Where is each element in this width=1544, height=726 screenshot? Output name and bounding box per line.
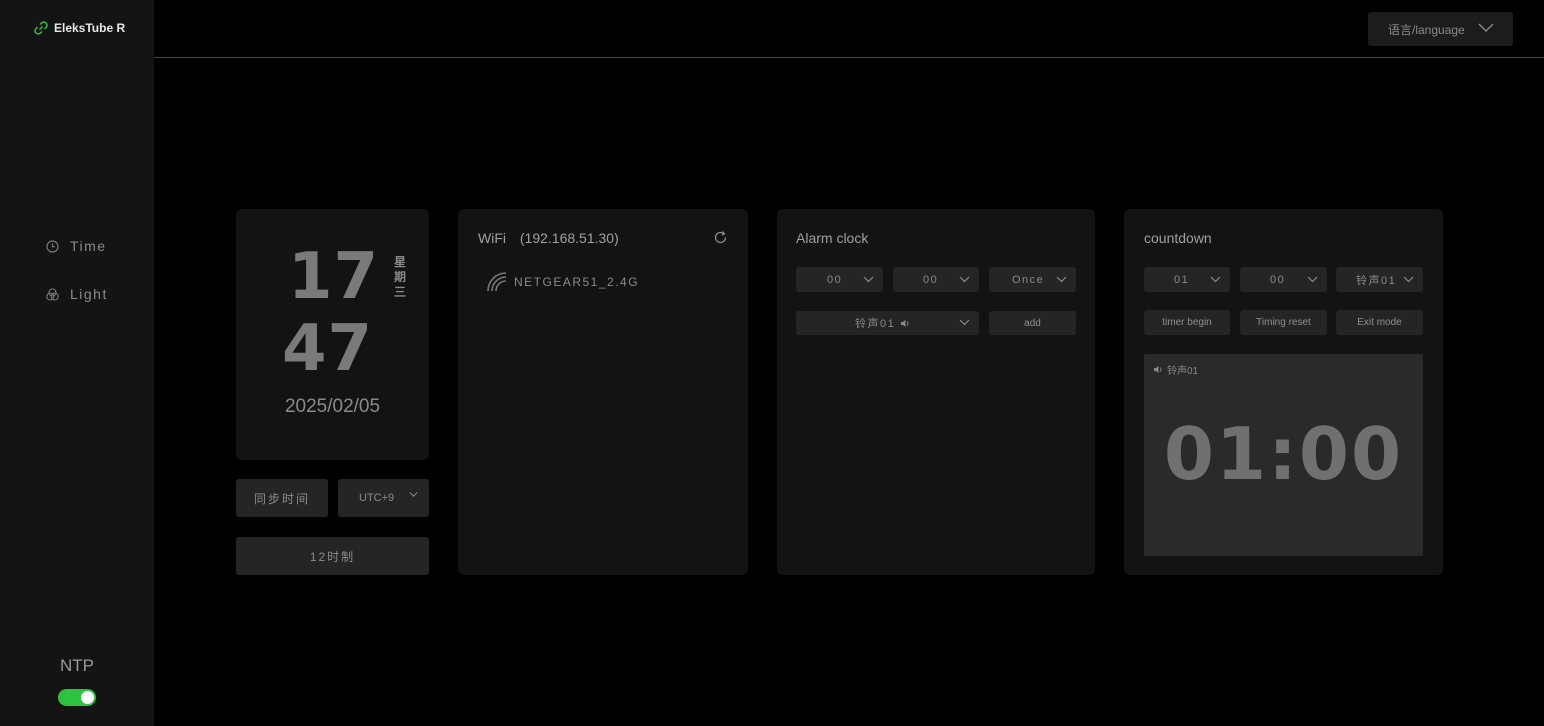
light-icon [46,287,59,301]
countdown-second-value: 00 [1270,273,1286,286]
exit-mode-button[interactable]: Exit mode [1336,310,1423,335]
alarm-hour-value: 00 [827,273,843,286]
ntp-toggle[interactable] [58,689,96,706]
sync-time-button[interactable]: 同步时间 [236,479,328,517]
weekday-label: 星 期 三 [392,255,408,300]
countdown-time: 01:00 [1163,412,1404,496]
wifi-title: WiFi (192.168.51.30) [478,230,619,246]
sidebar-item-label: Time [70,238,107,254]
timer-begin-label: timer begin [1162,317,1212,328]
language-select[interactable]: 语言/language [1368,12,1513,46]
wifi-label: WiFi [478,230,506,246]
app-title: EleksTube R [54,21,126,35]
chevron-down-icon [1478,23,1494,32]
alarm-add-button[interactable]: add [989,311,1076,335]
countdown-second-select[interactable]: 00 [1240,267,1327,292]
clock-minutes: 47 [282,312,374,386]
brand[interactable]: EleksTube R [34,21,125,35]
chevron-down-icon [1056,276,1067,282]
clock-date: 2025/02/05 [284,396,381,417]
hour-mode-label: 12时制 [309,549,356,564]
alarm-hour-select[interactable]: 00 [796,267,883,292]
chevron-down-icon [1307,276,1318,282]
sidebar-item-label: Light [70,286,108,302]
alarm-minute-value: 00 [923,273,939,286]
timezone-select[interactable]: UTC+9 [338,479,429,517]
sidebar-item-light[interactable]: Light [46,286,108,302]
top-bar [154,0,1544,58]
alarm-repeat-value: Once [1012,273,1045,286]
timing-reset-label: Timing reset [1256,317,1311,328]
alarm-minute-select[interactable]: 00 [893,267,979,292]
alarm-add-label: add [1024,317,1041,329]
wifi-network-item[interactable]: NETGEAR51_2.4G [486,271,639,292]
link-logo-icon [34,21,48,35]
sidebar-item-time[interactable]: Time [46,238,107,254]
alarm-title: Alarm clock [796,230,869,246]
chevron-down-icon [1210,276,1221,282]
timer-begin-button[interactable]: timer begin [1144,310,1230,335]
countdown-display-ringtone: 铃声01 [1153,362,1198,377]
chevron-down-icon [409,492,418,497]
speaker-icon [1154,366,1162,373]
alarm-ringtone-select[interactable]: 铃声01 [796,311,979,335]
chevron-down-icon [959,319,970,326]
sync-time-label: 同步时间 [253,491,310,506]
wifi-card [458,209,748,575]
language-label: 语言/language [1388,22,1465,37]
countdown-ringtone-select[interactable]: 铃声01 [1336,267,1423,292]
countdown-minute-select[interactable]: 01 [1144,267,1230,292]
sidebar: EleksTube R Time Light NTP [0,0,154,726]
exit-mode-label: Exit mode [1357,317,1402,328]
chevron-down-icon [1403,276,1414,282]
weekday-char: 星 [393,255,406,269]
alarm-repeat-select[interactable]: Once [989,267,1076,292]
refresh-icon[interactable] [713,230,728,245]
wifi-signal-icon [487,272,507,292]
clock-icon [46,239,59,253]
chevron-down-icon [959,276,970,282]
countdown-display: 铃声01 01:00 [1144,354,1423,556]
alarm-ringtone-value: 铃声01 [855,318,896,330]
speaker-icon[interactable] [900,319,910,328]
wifi-ip: (192.168.51.30) [519,230,619,246]
countdown-display-ringtone-label: 铃声01 [1167,366,1199,377]
weekday-char: 三 [393,285,406,299]
countdown-minute-value: 01 [1174,273,1190,286]
chevron-down-icon [863,276,874,282]
alarm-card [777,209,1095,575]
timezone-value: UTC+9 [359,492,395,504]
wifi-network-name: NETGEAR51_2.4G [514,274,640,289]
countdown-title: countdown [1144,230,1212,246]
hour-mode-button[interactable]: 12时制 [236,537,429,575]
countdown-ringtone-value: 铃声01 [1356,274,1397,287]
timing-reset-button[interactable]: Timing reset [1240,310,1327,335]
ntp-label: NTP [60,656,94,675]
weekday-char: 期 [393,270,406,284]
clock-hours: 17 [288,240,380,314]
